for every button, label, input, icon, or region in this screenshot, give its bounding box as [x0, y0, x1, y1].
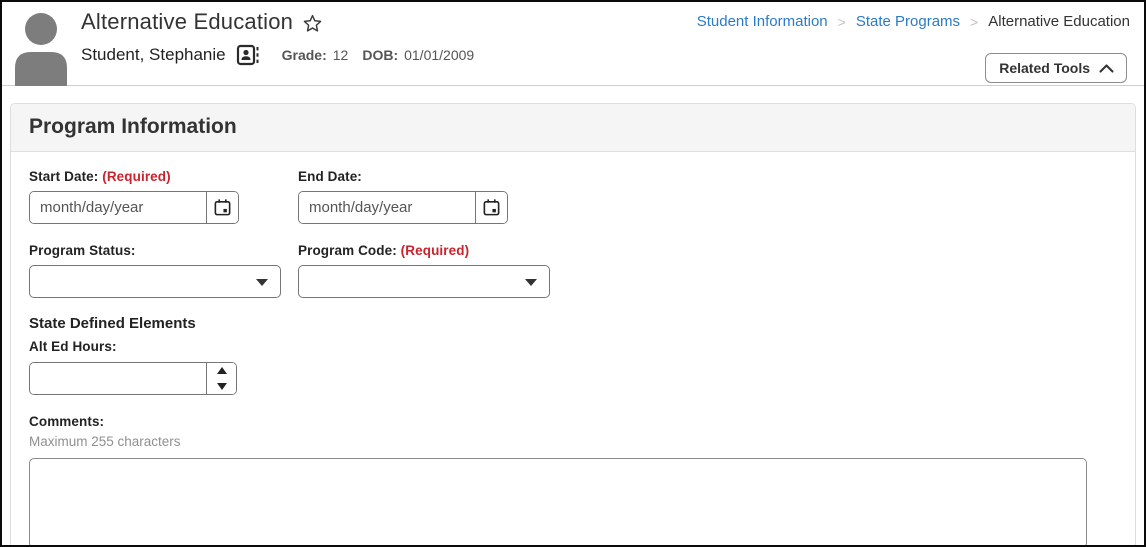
comments-hint: Maximum 255 characters	[29, 434, 181, 449]
grade-dob-line: Grade: 12 DOB: 01/01/2009	[282, 47, 483, 63]
student-avatar	[8, 8, 74, 86]
app-window: Alternative Education Student, Stephanie	[0, 0, 1146, 547]
calendar-icon	[483, 199, 500, 216]
related-tools-button[interactable]: Related Tools	[985, 53, 1127, 83]
breadcrumb-separator-icon: >	[970, 13, 979, 30]
program-code-label: Program Code: (Required)	[298, 243, 470, 258]
breadcrumb-state-programs[interactable]: State Programs	[856, 13, 960, 30]
grade-value: 12	[332, 47, 349, 63]
favorite-star-icon[interactable]	[302, 13, 323, 34]
alt-ed-hours-input[interactable]	[30, 363, 206, 394]
related-tools-label: Related Tools	[999, 60, 1090, 76]
program-status-select[interactable]	[29, 265, 281, 298]
panel-body: Start Date: (Required) month/day/year En…	[11, 152, 1135, 545]
student-name: Student, Stephanie	[81, 45, 226, 64]
person-silhouette-icon	[15, 13, 67, 86]
caret-down-icon	[525, 279, 537, 286]
start-date-input[interactable]	[30, 192, 206, 223]
start-date-required-flag: (Required)	[102, 169, 171, 184]
comments-textarea[interactable]	[29, 458, 1087, 545]
chevron-up-icon	[1099, 63, 1114, 73]
breadcrumb-student-information[interactable]: Student Information	[697, 13, 828, 30]
start-date-label: Start Date: (Required)	[29, 169, 171, 184]
caret-down-icon	[256, 279, 268, 286]
end-date-field	[298, 191, 508, 224]
spinner-down-button[interactable]	[207, 378, 236, 394]
calendar-icon	[214, 199, 231, 216]
end-date-input[interactable]	[299, 192, 475, 223]
caret-up-icon	[216, 367, 227, 375]
end-date-calendar-button[interactable]	[475, 192, 507, 223]
comments-label: Comments:	[29, 414, 105, 429]
breadcrumb: Student Information > State Programs > A…	[697, 13, 1130, 30]
title-block: Alternative Education Student, Stephanie	[81, 9, 482, 66]
caret-down-icon	[216, 382, 227, 390]
panel-header: Program Information	[11, 104, 1135, 152]
start-date-field	[29, 191, 239, 224]
alt-ed-hours-field	[29, 362, 237, 395]
dob-label: DOB:	[362, 47, 399, 63]
program-status-label: Program Status:	[29, 243, 136, 258]
state-defined-elements-heading: State Defined Elements	[29, 315, 196, 332]
start-date-calendar-button[interactable]	[206, 192, 238, 223]
contact-card-icon[interactable]	[236, 44, 260, 66]
dob-value: 01/01/2009	[404, 47, 475, 63]
number-spinner	[206, 363, 236, 394]
student-header: Alternative Education Student, Stephanie	[2, 2, 1144, 86]
spinner-up-button[interactable]	[207, 363, 236, 379]
alt-ed-hours-label: Alt Ed Hours:	[29, 339, 117, 354]
program-code-required-flag: (Required)	[400, 243, 470, 258]
program-code-select[interactable]	[298, 265, 550, 298]
end-date-label: End Date:	[298, 169, 362, 184]
grade-label: Grade:	[281, 47, 327, 63]
program-information-panel: Program Information Start Date: (Require…	[10, 103, 1136, 545]
breadcrumb-current-page: Alternative Education	[988, 13, 1130, 30]
breadcrumb-separator-icon: >	[837, 13, 846, 30]
panel-title: Program Information	[29, 115, 237, 138]
page-title: Alternative Education	[81, 9, 294, 34]
